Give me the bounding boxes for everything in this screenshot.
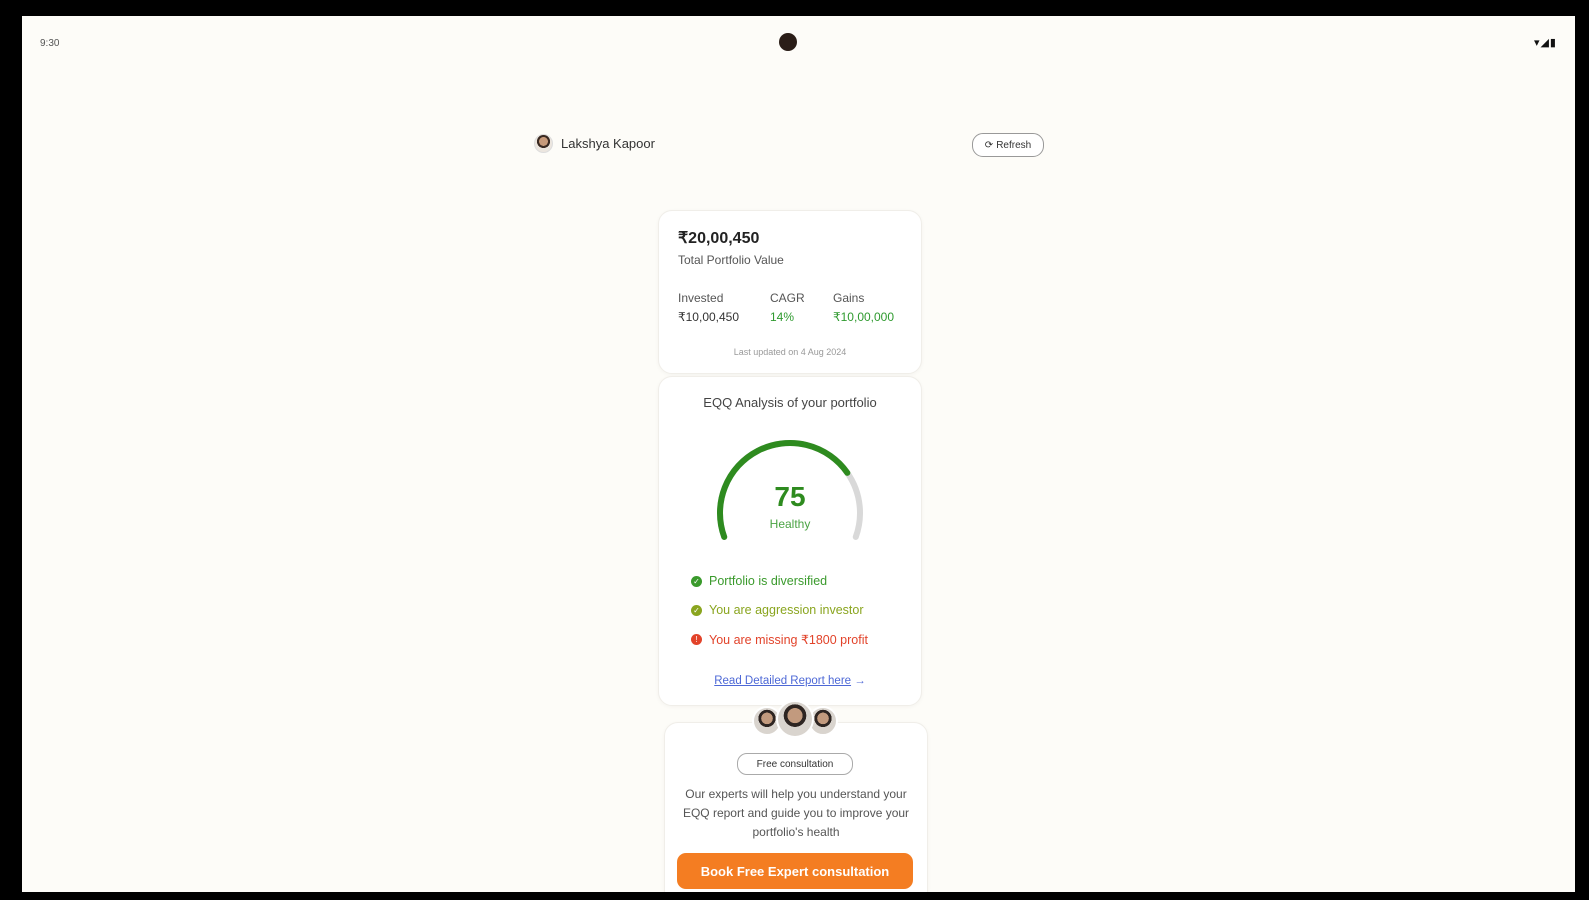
free-consultation-badge: Free consultation — [737, 753, 853, 775]
user-profile[interactable]: Lakshya Kapoor — [534, 134, 655, 153]
cagr-stat: CAGR 14% — [770, 291, 805, 324]
last-updated: Last updated on 4 Aug 2024 — [733, 347, 847, 357]
avatar — [534, 134, 553, 153]
check-circle-icon: ✓ — [691, 604, 702, 616]
consultation-text: Our experts will help you understand you… — [682, 787, 910, 839]
check-circle-icon: ✓ — [691, 575, 702, 587]
invested-stat: Invested ₹10,00,450 — [678, 291, 739, 324]
portfolio-card: ₹20,00,450 Total Portfolio Value Investe… — [658, 210, 922, 374]
gauge-score: 75 — [774, 481, 806, 512]
expert-avatars — [750, 700, 840, 742]
cagr-value: 14% — [770, 310, 795, 324]
user-name: Lakshya Kapoor — [561, 136, 655, 151]
status-icons: ▾◢▮ — [1533, 37, 1557, 49]
check-text: You are aggression investor — [709, 603, 864, 617]
refresh-icon: ⟳ — [984, 139, 994, 151]
avatar — [776, 700, 814, 738]
refresh-button[interactable]: ⟳ Refresh — [972, 133, 1044, 157]
gauge-status: Healthy — [769, 517, 811, 531]
invested-value: ₹10,00,450 — [678, 310, 740, 324]
warning-icon: ! — [691, 634, 702, 645]
refresh-label: Refresh — [996, 139, 1032, 151]
gains-stat: Gains ₹10,00,000 — [833, 291, 894, 324]
check-text: Portfolio is diversified — [709, 574, 828, 588]
cagr-label: CAGR — [770, 291, 805, 305]
check-item-diversified: ✓ Portfolio is diversified — [691, 574, 827, 588]
read-report-link[interactable]: Read Detailed Report here → — [659, 675, 921, 687]
book-consultation-button[interactable]: Book Free Expert consultation — [677, 853, 913, 889]
check-item-aggression: ✓ You are aggression investor — [691, 603, 864, 617]
check-text: You are missing ₹1800 profit — [709, 633, 868, 647]
check-item-missing-profit: ! You are missing ₹1800 profit — [691, 632, 868, 647]
portfolio-value-label: Total Portfolio Value — [678, 253, 784, 267]
arrow-right-icon: → — [854, 675, 866, 687]
camera-cutout — [779, 33, 797, 51]
gains-value: ₹10,00,000 — [833, 310, 895, 324]
portfolio-value: ₹20,00,450 — [678, 230, 760, 247]
eqq-title: EQQ Analysis of your portfolio — [703, 395, 877, 410]
read-report-text: Read Detailed Report here — [714, 675, 852, 687]
app-screen: 9:30 ▾◢▮ Lakshya Kapoor ⟳ Refresh ₹20,00… — [22, 16, 1575, 892]
eqq-analysis-card: EQQ Analysis of your portfolio 75 Health… — [658, 376, 922, 706]
consultation-card: Free consultation Our experts will help … — [664, 722, 928, 892]
status-time: 9:30 — [40, 38, 60, 49]
invested-label: Invested — [678, 291, 724, 305]
gains-label: Gains — [833, 291, 865, 305]
